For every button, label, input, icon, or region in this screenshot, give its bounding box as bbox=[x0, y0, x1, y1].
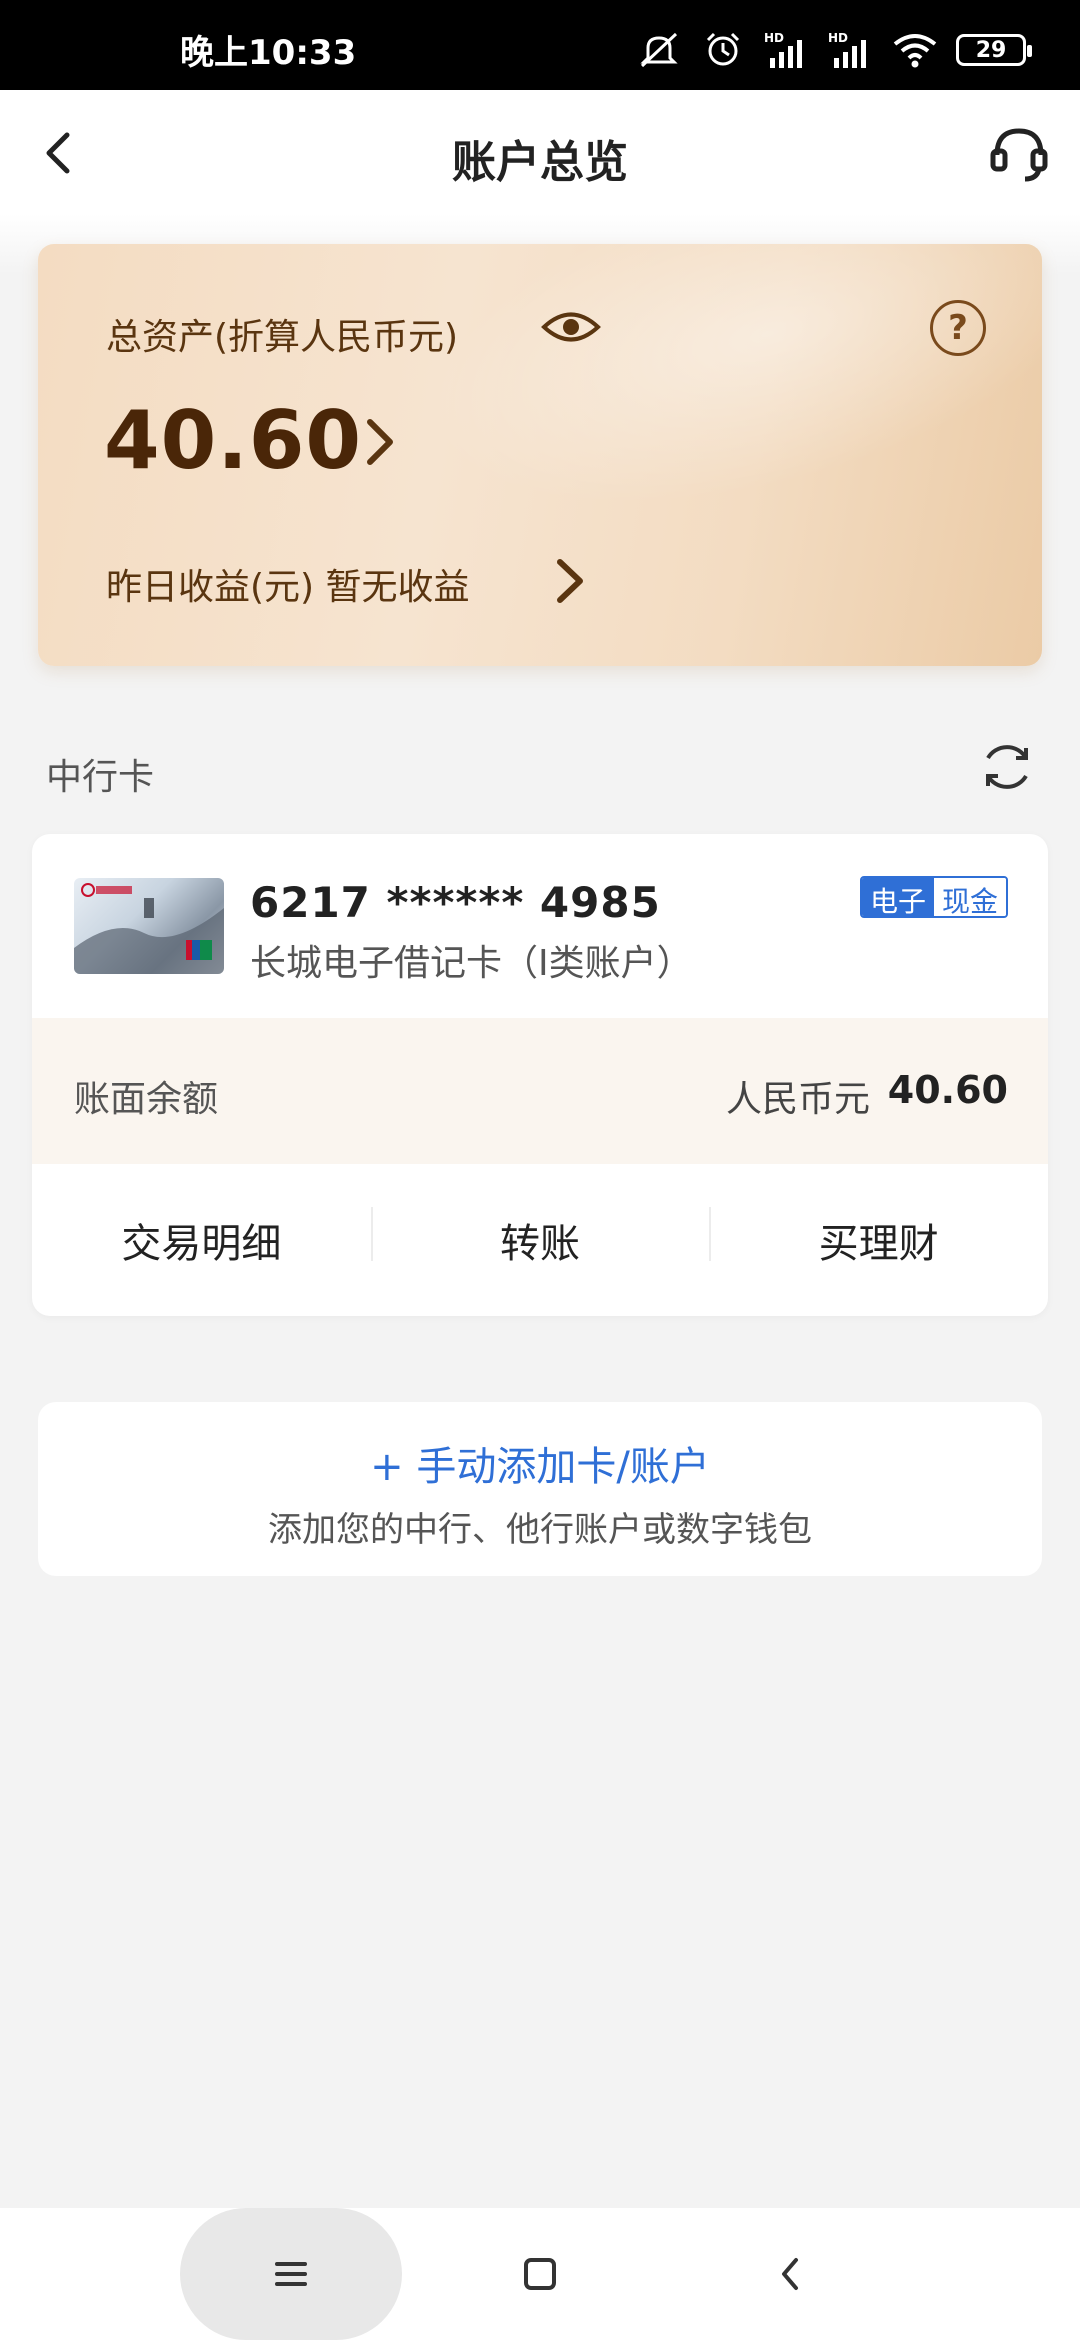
status-bar: 晚上10:33 HD HD 29 bbox=[0, 0, 1080, 90]
help-icon[interactable]: ? bbox=[930, 300, 986, 356]
transfer-button[interactable]: 转账 bbox=[370, 1207, 710, 1269]
chevron-right-icon[interactable] bbox=[550, 554, 590, 608]
battery-level: 29 bbox=[975, 37, 1007, 63]
card-sheen bbox=[391, 244, 1042, 570]
card-number: 6217 ****** 4985 bbox=[250, 878, 661, 927]
svg-text:HD: HD bbox=[764, 31, 784, 45]
add-account-title[interactable]: + 手动添加卡/账户 bbox=[38, 1434, 1042, 1492]
total-assets-amount[interactable]: 40.60 bbox=[104, 394, 362, 487]
balance-amount: 40.60 bbox=[887, 1068, 1008, 1112]
badge-right: 现金 bbox=[933, 878, 1006, 916]
mute-bell-icon bbox=[640, 32, 678, 68]
svg-text:HD: HD bbox=[828, 31, 848, 45]
headset-icon bbox=[990, 128, 1048, 182]
add-account-card[interactable]: + 手动添加卡/账户 添加您的中行、他行账户或数字钱包 bbox=[38, 1402, 1042, 1576]
eye-icon[interactable] bbox=[540, 304, 602, 350]
balance-currency: 人民币元 bbox=[725, 1079, 870, 1120]
alarm-icon bbox=[706, 32, 740, 66]
signal-hd-icon: HD bbox=[764, 31, 802, 68]
card-type: 长城电子借记卡（Ⅰ类账户） bbox=[250, 943, 693, 984]
status-time: 晚上10:33 bbox=[180, 33, 357, 73]
page-title: 账户总览 bbox=[452, 137, 628, 188]
total-assets-card[interactable]: 总资产(折算人民币元) ? 40.60 昨日收益(元) 暂无收益 bbox=[38, 244, 1042, 666]
account-card[interactable]: 6217 ****** 4985 长城电子借记卡（Ⅰ类账户） 电子 现金 账面余… bbox=[32, 834, 1048, 1316]
section-title: 中行卡 bbox=[46, 757, 155, 798]
account-actions: 交易明细 转账 买理财 bbox=[32, 1164, 1048, 1316]
bank-card-image bbox=[74, 878, 224, 974]
badge-left: 电子 bbox=[861, 878, 934, 916]
battery-icon: 29 bbox=[956, 34, 1032, 66]
refresh-icon[interactable] bbox=[976, 736, 1038, 798]
signal-hd-icon: HD bbox=[828, 31, 866, 68]
balance-row: 账面余额 人民币元 40.60 bbox=[32, 1018, 1048, 1164]
status-icons: HD HD 29 bbox=[636, 30, 1032, 70]
system-nav-bar bbox=[0, 2208, 1080, 2340]
customer-service-button[interactable] bbox=[982, 116, 1056, 190]
home-square-icon[interactable] bbox=[512, 2246, 568, 2302]
ecash-badge: 电子 现金 bbox=[859, 876, 1008, 918]
transaction-details-button[interactable]: 交易明细 bbox=[32, 1211, 371, 1269]
wifi-icon bbox=[893, 34, 937, 68]
balance-label: 账面余额 bbox=[74, 1079, 219, 1120]
total-assets-label: 总资产(折算人民币元) bbox=[106, 317, 459, 358]
add-account-subtitle: 添加您的中行、他行账户或数字钱包 bbox=[268, 1510, 812, 1550]
yesterday-yield-label[interactable]: 昨日收益(元) 暂无收益 bbox=[106, 558, 470, 610]
menu-icon[interactable] bbox=[263, 2246, 319, 2302]
app-header: 账户总览 bbox=[0, 90, 1080, 214]
chevron-right-icon[interactable] bbox=[358, 412, 402, 472]
back-icon[interactable] bbox=[762, 2246, 818, 2302]
buy-wealth-button[interactable]: 买理财 bbox=[709, 1207, 1048, 1269]
